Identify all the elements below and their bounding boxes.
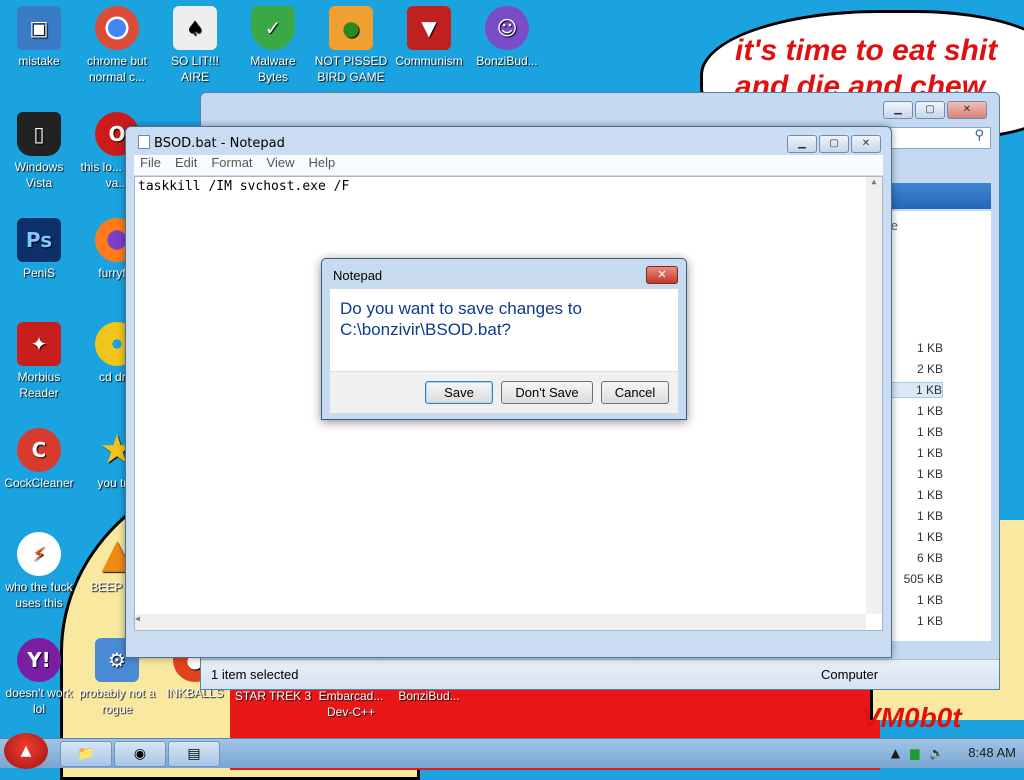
- menu-bar: File Edit Format View Help: [134, 155, 883, 175]
- dialog-close-button[interactable]: ✕: [646, 266, 678, 284]
- network-icon[interactable]: ▆: [910, 746, 919, 760]
- minimize-button[interactable]: ▁: [787, 135, 817, 153]
- wallpaper-text-line1: it's time to eat shit: [735, 34, 998, 67]
- photoshop-icon: Ps: [17, 218, 61, 262]
- dont-save-button[interactable]: Don't Save: [501, 381, 593, 404]
- desktop-icon-label: Windows Vista: [14, 160, 64, 190]
- close-button[interactable]: ✕: [851, 135, 881, 153]
- desktop-icon-mistake[interactable]: ▣ mistake: [0, 6, 78, 69]
- cards-icon: ♠: [173, 6, 217, 50]
- desktop-icon-chrome[interactable]: chrome but normal c...: [78, 6, 156, 85]
- notepad-icon: ▤: [187, 746, 201, 762]
- desktop-icon-solitaire[interactable]: ♠ SO LIT!!! AIRE: [156, 6, 234, 85]
- explorer-toolbar: [881, 183, 991, 209]
- desktop-icon-malwarebytes[interactable]: ✓ Malware Bytes: [234, 6, 312, 85]
- clock[interactable]: 8:48 AM: [968, 745, 1016, 760]
- desktop-icon-label: Embarcad... Dev-C++: [318, 689, 384, 719]
- desktop-icon-label: Communism: [395, 54, 463, 68]
- desktop-icon-bird-game[interactable]: ● NOT PISSED BIRD GAME: [312, 6, 390, 85]
- cancel-button[interactable]: Cancel: [601, 381, 669, 404]
- explorer-icon: 📁: [77, 746, 95, 762]
- desktop-icon-label: doesn't work lol: [5, 686, 73, 716]
- horizontal-scrollbar[interactable]: ◀: [135, 614, 866, 630]
- desktop-icon-communism[interactable]: ▼ Communism: [390, 6, 468, 69]
- explorer-caption-buttons: ▁ ▢ ✕: [883, 101, 987, 119]
- notepad-caption-buttons: ▁ ▢ ✕: [787, 135, 881, 153]
- desktop-icon-label: BonziBud...: [398, 689, 460, 703]
- desktop-icon-winamp[interactable]: ⚡ who the fuck uses this: [0, 532, 78, 611]
- gorilla-icon: ☺: [485, 6, 529, 50]
- explorer-file-list: ize 1 KB 2 KB 1 KB 1 KB 1 KB 1 KB 1 KB 1…: [881, 211, 991, 641]
- desktop-icon-yahoo[interactable]: Y! doesn't work lol: [0, 638, 78, 717]
- desktop-icon-label: BonziBud...: [476, 54, 538, 68]
- desktop-icon-recycle-bin[interactable]: ▯ Windows Vista: [0, 112, 78, 191]
- window-title: BSOD.bat - Notepad: [138, 135, 285, 151]
- ccleaner-icon: C: [17, 428, 61, 472]
- pig-icon: ●: [329, 6, 373, 50]
- menu-view[interactable]: View: [267, 155, 295, 175]
- menu-format[interactable]: Format: [211, 155, 252, 175]
- dialog-title: Notepad: [333, 268, 383, 283]
- trash-icon: ▯: [17, 112, 61, 156]
- taskbar-notepad-button[interactable]: ▤: [168, 741, 220, 767]
- desktop-icon-label: PeniS: [22, 266, 56, 280]
- desktop-icon-label: who the fuck uses this: [5, 580, 73, 610]
- dialog-message: Do you want to save changes to C:\bonziv…: [330, 289, 678, 371]
- menu-help[interactable]: Help: [308, 155, 335, 175]
- dialog-message-line2: C:\bonzivir\BSOD.bat?: [340, 320, 512, 339]
- yahoo-icon: Y!: [17, 638, 61, 682]
- menu-file[interactable]: File: [140, 155, 161, 175]
- wallpaper-signature: VM0b0t: [862, 702, 962, 733]
- shield-icon: ✓: [251, 6, 295, 50]
- desktop-icon-label: probably not a rogue: [78, 686, 156, 716]
- editor-content[interactable]: taskkill /IM svchost.exe /F: [138, 179, 879, 194]
- vertical-scrollbar[interactable]: ▲: [866, 177, 882, 614]
- desktop-icon-label: CockCleaner: [4, 476, 74, 490]
- desktop-icon-bonzibuddy[interactable]: ☺ BonziBud...: [468, 6, 546, 69]
- chrome-icon: [95, 6, 139, 50]
- desktop-icon-ccleaner[interactable]: C CockCleaner: [0, 428, 78, 491]
- computer-icon: ▣: [17, 6, 61, 50]
- desktop-icon-label: Malware Bytes: [250, 54, 296, 84]
- explorer-status-bar: 1 item selected Computer: [201, 659, 999, 689]
- status-selection-text: 1 item selected: [211, 667, 299, 682]
- taskbar: ▲ 📁 ◉ ▤ ▲ ▆ 🔈 8:48 AM: [0, 733, 1024, 769]
- desktop-icon-label: chrome but normal c...: [86, 54, 148, 84]
- system-tray: ▲ ▆ 🔈 8:48 AM: [891, 745, 1016, 760]
- save-button[interactable]: Save: [425, 381, 493, 404]
- maximize-button[interactable]: ▢: [915, 101, 945, 119]
- taskbar-explorer-button[interactable]: 📁: [60, 741, 112, 767]
- dialog-message-line1: Do you want to save changes to: [340, 299, 582, 318]
- chrome-icon: ◉: [133, 746, 147, 762]
- status-zone-text: Computer: [821, 667, 879, 682]
- save-changes-dialog[interactable]: Notepad ✕ Do you want to save changes to…: [321, 258, 687, 420]
- close-button[interactable]: ✕: [947, 101, 987, 119]
- desktop-icon-label: Morbius Reader: [17, 370, 61, 400]
- pdf-icon: ✦: [17, 322, 61, 366]
- notepad-icon: [138, 135, 150, 149]
- desktop-icon-label: NOT PISSED BIRD GAME: [314, 54, 388, 84]
- window-title-text: BSOD.bat - Notepad: [154, 136, 285, 151]
- search-icon[interactable]: ⚲: [881, 127, 991, 149]
- desktop-icon-pdf-reader[interactable]: ✦ Morbius Reader: [0, 322, 78, 401]
- dialog-button-row: Save Don't Save Cancel: [330, 371, 678, 413]
- taskbar-chrome-button[interactable]: ◉: [114, 741, 166, 767]
- start-button[interactable]: ▲: [4, 733, 48, 769]
- desktop-icon-photoshop[interactable]: Ps PeniS: [0, 218, 78, 281]
- minimize-button[interactable]: ▁: [883, 101, 913, 119]
- flag-icon: ▼: [407, 6, 451, 50]
- winamp-icon: ⚡: [17, 532, 61, 576]
- maximize-button[interactable]: ▢: [819, 135, 849, 153]
- menu-edit[interactable]: Edit: [175, 155, 197, 175]
- volume-icon[interactable]: 🔈: [929, 746, 944, 760]
- show-hidden-icons-icon[interactable]: ▲: [891, 746, 900, 760]
- desktop-icon-label: STAR TREK 3: [234, 689, 312, 703]
- desktop-icon-label: SO LIT!!! AIRE: [170, 54, 219, 84]
- desktop-icon-label: mistake: [18, 54, 60, 68]
